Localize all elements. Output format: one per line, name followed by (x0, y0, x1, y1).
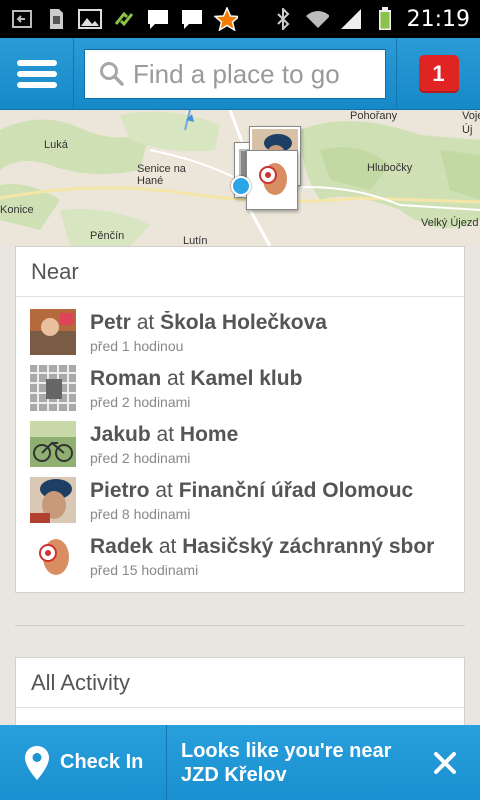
near-list-item[interactable]: Petr at Škola Holečkova před 1 hodinou (16, 309, 464, 365)
battery-icon (373, 7, 397, 30)
current-location-marker (231, 176, 251, 196)
status-bar: 21:19 (0, 0, 480, 38)
near-list-item[interactable]: Roman at Kamel klub před 2 hodinami (16, 365, 464, 421)
nearby-suggestion[interactable]: Looks like you're near JZD Křelov (167, 725, 410, 800)
location-pin-icon (25, 745, 49, 780)
star-icon (214, 7, 238, 31)
check-in-button[interactable]: Check In (0, 725, 167, 800)
map-pin-photo[interactable] (246, 150, 298, 210)
close-icon (434, 751, 456, 774)
hamburger-icon (16, 55, 57, 93)
avatar (30, 421, 76, 467)
place-name[interactable]: Home (180, 423, 238, 446)
near-list-item[interactable]: Radek at Hasičský záchranný sbor před 15… (16, 533, 464, 589)
notification-badge: 1 (418, 55, 459, 93)
checkin-time: před 15 hodinami (90, 562, 199, 578)
menu-button[interactable] (0, 38, 74, 110)
search-icon (100, 62, 124, 86)
place-name[interactable]: Škola Holečkova (160, 311, 327, 334)
at-connector: at (167, 367, 185, 390)
user-name[interactable]: Roman (90, 367, 161, 390)
dismiss-button[interactable] (410, 725, 480, 800)
bluetooth-icon (271, 8, 295, 30)
near-list: Petr at Škola Holečkova před 1 hodinou R… (16, 297, 464, 589)
user-name[interactable]: Radek (90, 535, 153, 558)
map-label: Hlubočky (367, 162, 413, 174)
bottom-bar: Check In Looks like you're near JZD Křel… (0, 725, 480, 800)
at-connector: at (156, 423, 175, 446)
chat-icon (180, 8, 204, 30)
map-label: Voje (462, 110, 480, 122)
avatar (30, 533, 76, 579)
at-connector: at (136, 311, 155, 334)
near-list-item[interactable]: Pietro at Finanční úřad Olomouc před 8 h… (16, 477, 464, 533)
signal-icon (339, 8, 363, 30)
checkin-time: před 2 hodinami (90, 450, 191, 466)
sync-icon (112, 8, 136, 30)
map-label: Új (462, 124, 473, 136)
search-input[interactable] (133, 58, 383, 90)
user-name[interactable]: Jakub (90, 423, 151, 446)
chat-icon (146, 8, 170, 30)
search-box[interactable] (84, 49, 386, 99)
place-name[interactable]: Finanční úřad Olomouc (179, 479, 414, 502)
sim-icon (44, 8, 68, 30)
user-name[interactable]: Pietro (90, 479, 150, 502)
user-name[interactable]: Petr (90, 311, 131, 334)
image-icon (78, 8, 102, 30)
app-bar: 1 (0, 38, 480, 110)
map-label: Pěnčín (90, 230, 125, 242)
avatar (30, 477, 76, 523)
near-title: Near (16, 247, 464, 297)
clock: 21:19 (406, 6, 470, 32)
at-connector: at (158, 535, 177, 558)
wifi-icon (305, 8, 329, 30)
near-list-item[interactable]: Jakub at Home před 2 hodinami (16, 421, 464, 477)
place-name[interactable]: Hasičský záchranný sbor (182, 535, 434, 558)
all-activity-title: All Activity (16, 658, 464, 708)
checkin-time: před 1 hodinou (90, 338, 184, 354)
map-view[interactable]: Luká Senice na Hané Konice Pěnčín Lutín … (0, 110, 480, 246)
avatar (30, 309, 76, 355)
place-name[interactable]: Kamel klub (190, 367, 302, 390)
check-in-label: Check In (60, 751, 144, 773)
section-divider (15, 625, 465, 626)
map-label: Velký Újezd (421, 217, 479, 229)
map-label: Luká (44, 139, 68, 151)
avatar (30, 365, 76, 411)
map-label: Konice (0, 204, 34, 216)
map-label: Lutín (183, 235, 208, 246)
nearby-suggestion-text: Looks like you're near JZD Křelov (181, 739, 392, 786)
checkin-time: před 8 hodinami (90, 506, 191, 522)
map-label: Pohořany (350, 110, 398, 122)
map-label: Senice na Hané (137, 163, 186, 187)
back-icon (10, 8, 34, 30)
at-connector: at (155, 479, 173, 502)
notifications-button[interactable]: 1 (396, 38, 480, 110)
near-card: Near Petr at Škola Holečkova před 1 hodi… (15, 246, 465, 593)
checkin-time: před 2 hodinami (90, 394, 191, 410)
